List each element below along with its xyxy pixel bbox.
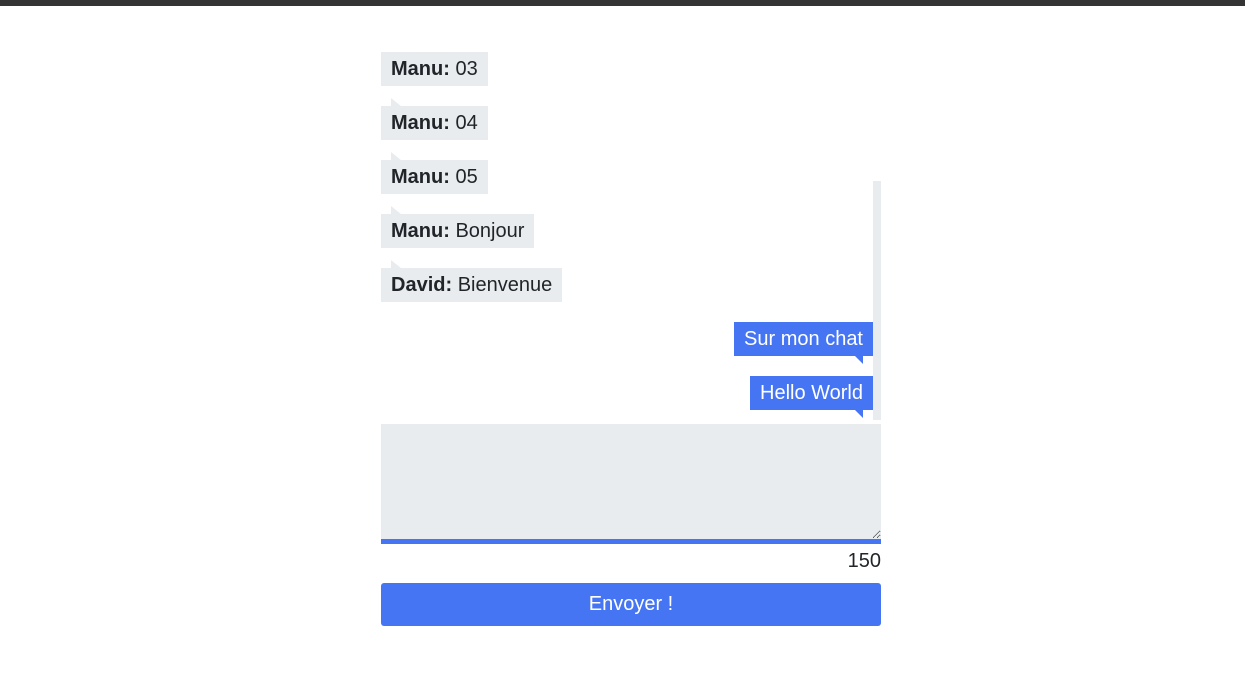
message-incoming: Manu: 04 — [381, 98, 488, 140]
message-incoming: David: Bienvenue — [381, 260, 563, 302]
message-author: Manu: — [391, 58, 450, 80]
message-text: Hello World — [760, 382, 863, 404]
message-text: 03 — [455, 58, 478, 80]
top-bar — [0, 0, 1245, 6]
message-outgoing: Hello World — [750, 376, 873, 418]
message-incoming: Manu: Bonjour — [381, 206, 535, 248]
message-author: Manu: — [391, 112, 450, 134]
message-author: Manu: — [391, 220, 450, 242]
message-incoming: Manu: 05 — [381, 152, 488, 194]
message-text: Bonjour — [455, 220, 525, 242]
message-text: Bienvenue — [457, 274, 553, 296]
message-text: 04 — [455, 112, 478, 134]
message-author: Manu: — [391, 166, 450, 188]
chat-messages[interactable]: Manu: 03 Manu: 04 Manu: 05 Manu: Bonjour… — [381, 52, 881, 420]
message-incoming: Manu: 03 — [381, 52, 488, 86]
message-text: 05 — [455, 166, 478, 188]
character-counter: 150 — [847, 550, 881, 572]
message-input[interactable] — [381, 424, 881, 544]
chat-scrollbar[interactable] — [873, 181, 881, 420]
send-button[interactable]: Envoyer ! — [381, 583, 881, 626]
message-outgoing: Sur mon chat — [734, 322, 873, 364]
message-author: David: — [391, 274, 453, 296]
message-text: Sur mon chat — [744, 328, 863, 350]
